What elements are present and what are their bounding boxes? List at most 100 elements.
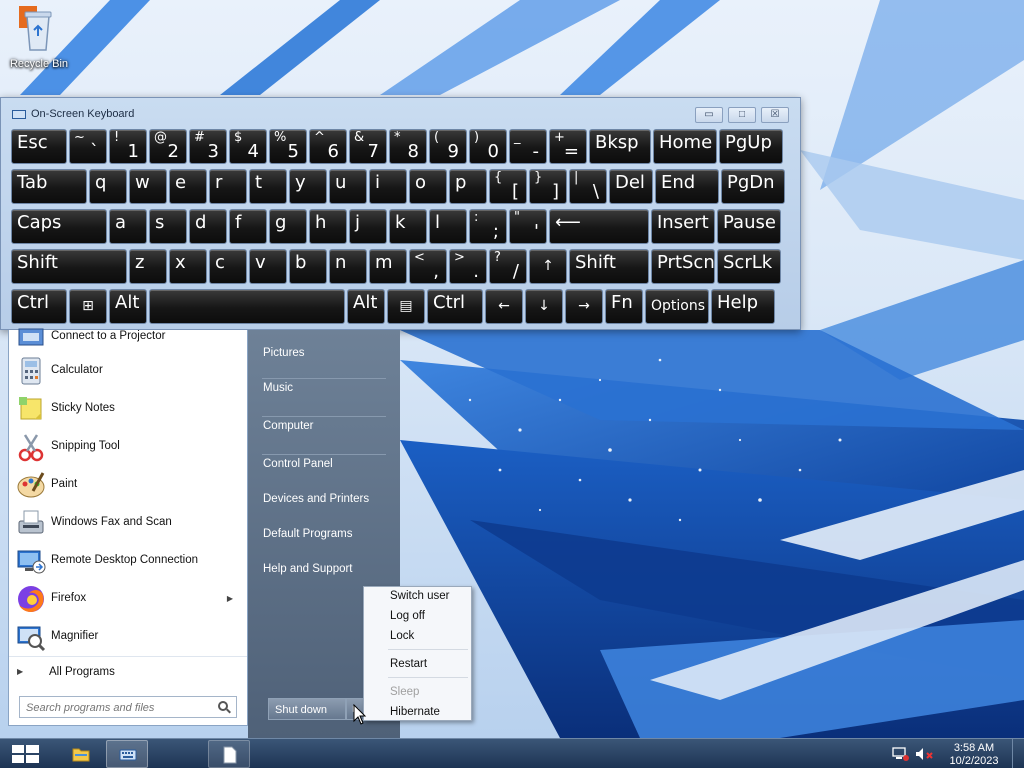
key-w[interactable]: w [129, 169, 167, 204]
search-box[interactable] [19, 696, 237, 718]
program-item-snipping-tool[interactable]: Snipping Tool [9, 428, 247, 466]
taskbar-file-explorer-button[interactable] [60, 740, 102, 768]
key-0[interactable]: ) 0 [469, 129, 507, 164]
program-item-firefox[interactable]: Firefox ▶ [9, 580, 247, 618]
key-s[interactable]: s [149, 209, 187, 244]
key-1[interactable]: ! 1 [109, 129, 147, 164]
key-right-bracket[interactable]: }] [529, 169, 567, 204]
minimize-button[interactable]: ▭ [695, 107, 723, 123]
key-end[interactable]: End [655, 169, 719, 204]
key-f[interactable]: f [229, 209, 267, 244]
key-v[interactable]: v [249, 249, 287, 284]
key-backslash[interactable]: | \ [569, 169, 607, 204]
key-g[interactable]: g [269, 209, 307, 244]
key-j[interactable]: j [349, 209, 387, 244]
key-period[interactable]: >. [449, 249, 487, 284]
osk-titlebar[interactable]: On-Screen Keyboard ▭ □ ☒ [1, 98, 800, 128]
key-up-arrow[interactable]: ↑ [529, 249, 567, 284]
program-item-paint[interactable]: Paint [9, 466, 247, 504]
key-p[interactable]: p [449, 169, 487, 204]
key-q[interactable]: q [89, 169, 127, 204]
key-n[interactable]: n [329, 249, 367, 284]
key-x[interactable]: x [169, 249, 207, 284]
key-menu[interactable]: ▤ [387, 289, 425, 324]
key-m[interactable]: m [369, 249, 407, 284]
key-enter[interactable]: ⟵ [549, 209, 649, 244]
key-l[interactable]: l [429, 209, 467, 244]
key-comma[interactable]: <, [409, 249, 447, 284]
key-z[interactable]: z [129, 249, 167, 284]
taskbar-clock[interactable]: 3:58 AM 10/2/2023 [940, 742, 1008, 768]
key-t[interactable]: t [249, 169, 287, 204]
key-left-bracket[interactable]: {[ [489, 169, 527, 204]
key-i[interactable]: i [369, 169, 407, 204]
key-shift[interactable]: Shift [569, 249, 649, 284]
key-tab[interactable]: Tab [11, 169, 87, 204]
key-insert[interactable]: Insert [651, 209, 715, 244]
key-home[interactable]: Home [653, 129, 717, 164]
key-esc[interactable]: Esc [11, 129, 67, 164]
key-shift[interactable]: Shift [11, 249, 127, 284]
power-item-log-off[interactable]: Log off [390, 610, 425, 622]
key-fn[interactable]: Fn [605, 289, 643, 324]
key-6[interactable]: ^ 6 [309, 129, 347, 164]
key-c[interactable]: c [209, 249, 247, 284]
key-pgup[interactable]: PgUp [719, 129, 783, 164]
program-item-magnifier[interactable]: Magnifier [9, 618, 247, 656]
key-5[interactable]: % 5 [269, 129, 307, 164]
start-button-windows-icon[interactable] [10, 744, 42, 764]
key-h[interactable]: h [309, 209, 347, 244]
key-7[interactable]: & 7 [349, 129, 387, 164]
network-icon[interactable] [892, 747, 910, 761]
show-desktop-button[interactable] [1012, 739, 1024, 768]
power-item-lock[interactable]: Lock [390, 630, 414, 642]
key-down-arrow[interactable]: ↓ [525, 289, 563, 324]
key-u[interactable]: u [329, 169, 367, 204]
desktop-icon-recycle-bin[interactable]: Recycle Bin [6, 6, 72, 70]
program-item-projector[interactable]: Connect to a Projector [9, 318, 247, 356]
taskbar-document-button[interactable] [208, 740, 250, 768]
key-left-arrow[interactable]: ← [485, 289, 523, 324]
key-slash[interactable]: ? / [489, 249, 527, 284]
search-input[interactable] [26, 700, 211, 715]
places-item-help-and-support[interactable]: Help and Support [256, 554, 392, 584]
power-item-hibernate[interactable]: Hibernate [390, 706, 440, 718]
taskbar-osk-button[interactable] [106, 740, 148, 768]
key-9[interactable]: (9 [429, 129, 467, 164]
power-item-switch-user[interactable]: Switch user [390, 590, 449, 602]
places-item-devices-and-printers[interactable]: Devices and Printers [256, 484, 392, 514]
key-scrlk[interactable]: ScrLk [717, 249, 781, 284]
key-8[interactable]: * 8 [389, 129, 427, 164]
key-ctrl[interactable]: Ctrl [427, 289, 483, 324]
program-item-remote-desktop[interactable]: Remote Desktop Connection [9, 542, 247, 580]
submenu-arrow-icon[interactable]: ▶ [227, 594, 233, 603]
maximize-button[interactable]: □ [728, 107, 756, 123]
key-minus[interactable]: _ - [509, 129, 547, 164]
search-icon[interactable] [218, 701, 228, 711]
key-o[interactable]: o [409, 169, 447, 204]
key-bksp[interactable]: Bksp [589, 129, 651, 164]
key-a[interactable]: a [109, 209, 147, 244]
key-2[interactable]: @2 [149, 129, 187, 164]
key-pause[interactable]: Pause [717, 209, 781, 244]
program-item-sticky-notes[interactable]: Sticky Notes [9, 390, 247, 428]
places-item-pictures[interactable]: Pictures [256, 338, 392, 368]
key-4[interactable]: $4 [229, 129, 267, 164]
places-item-default-programs[interactable]: Default Programs [256, 519, 392, 549]
program-item-fax-scan[interactable]: Windows Fax and Scan [9, 504, 247, 542]
volume-muted-icon[interactable] [915, 747, 935, 761]
key-help[interactable]: Help [711, 289, 775, 324]
key-caps[interactable]: Caps [11, 209, 107, 244]
key-3[interactable]: #3 [189, 129, 227, 164]
key-options[interactable]: Options [645, 289, 709, 324]
key-pgdn[interactable]: PgDn [721, 169, 785, 204]
key-semicolon[interactable]: :; [469, 209, 507, 244]
shutdown-button[interactable]: Shut down [268, 698, 346, 720]
key-d[interactable]: d [189, 209, 227, 244]
key-equals[interactable]: + = [549, 129, 587, 164]
key-alt[interactable]: Alt [347, 289, 385, 324]
key-prtscn[interactable]: PrtScn [651, 249, 715, 284]
key-right-arrow[interactable]: → [565, 289, 603, 324]
close-button[interactable]: ☒ [761, 107, 789, 123]
key-e[interactable]: e [169, 169, 207, 204]
